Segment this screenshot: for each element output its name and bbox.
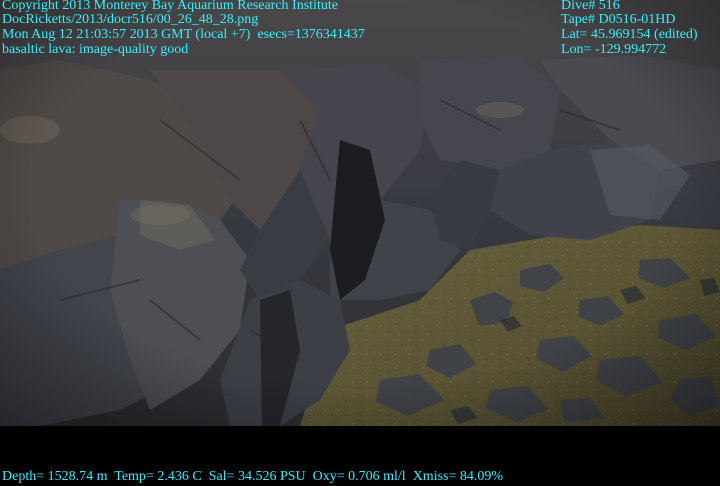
header-timestamp: Mon Aug 12 21:03:57 2013 GMT (local +7) … (2, 27, 365, 42)
header-filename: DocRicketts/2013/docr516/00_26_48_28.png (2, 12, 259, 27)
telemetry-readout: Depth= 1528.74 m Temp= 2.436 C Sal= 34.5… (2, 469, 504, 484)
seafloor-illustration (0, 0, 720, 426)
header-lon: Lon= -129.994772 (561, 42, 667, 57)
header-annotation: basaltic lava: image-quality good (2, 42, 189, 57)
telemetry-bar: Depth= 1528.74 m Temp= 2.436 C Sal= 34.5… (0, 426, 720, 486)
basalt-seafloor-image: Copyright 2013 Monterey Bay Aquarium Res… (0, 0, 720, 426)
header-tape: Tape# D0516-01HD (561, 12, 676, 27)
seafloor-frame: Copyright 2013 Monterey Bay Aquarium Res… (0, 0, 720, 486)
header-lat: Lat= 45.969154 (edited) (561, 27, 698, 42)
